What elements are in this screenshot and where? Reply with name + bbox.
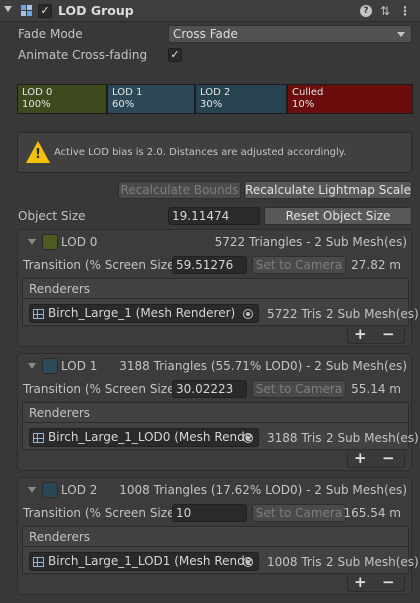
lod-summary: 5722 Triangles - 2 Sub Mesh(es): [214, 235, 407, 249]
transition-label: Transition (% Screen Size): [23, 258, 180, 272]
component-enabled-checkbox[interactable]: ✓: [38, 4, 52, 18]
object-picker-icon[interactable]: [243, 433, 253, 443]
chevron-down-icon: [397, 32, 405, 37]
foldout-arrow-icon[interactable]: [4, 6, 12, 12]
context-menu-icon[interactable]: ⋮: [398, 4, 412, 18]
renderer-tris: 3188 Tris: [267, 431, 322, 445]
object-size-label: Object Size: [18, 209, 86, 223]
foldout-arrow-icon[interactable]: [28, 363, 36, 369]
fade-mode-label: Fade Mode: [18, 27, 83, 41]
component-header[interactable]: ✓ LOD Group ? ⇅ ⋮: [0, 0, 420, 22]
object-size-field[interactable]: 19.11474: [168, 207, 260, 225]
recalculate-lightmap-scale-button[interactable]: Recalculate Lightmap Scale: [244, 181, 412, 199]
lod-bar-name: Culled: [292, 87, 324, 98]
renderer-object-field[interactable]: Birch_Large_1_LOD0 (Mesh Rende: [29, 428, 259, 447]
lod-bar-segment-lod2[interactable]: LOD 2 30%: [195, 84, 287, 114]
renderer-add-remove: + −: [347, 326, 405, 344]
lod-group-icon: [21, 5, 33, 17]
transition-distance: 55.14 m: [351, 382, 401, 396]
set-to-camera-button[interactable]: Set to Camera: [252, 504, 346, 522]
remove-renderer-button[interactable]: −: [382, 450, 395, 467]
fade-mode-dropdown[interactable]: Cross Fade: [168, 25, 412, 43]
renderer-object-field[interactable]: Birch_Large_1 (Mesh Renderer): [29, 304, 259, 323]
lod-color-swatch: [42, 234, 58, 250]
foldout-arrow-icon[interactable]: [28, 239, 36, 245]
warning-icon-mark: !: [35, 147, 41, 162]
lod-group-panel: LOD 2 1008 Triangles (17.62% LOD0) - 2 S…: [17, 477, 419, 595]
renderers-header: Renderers: [23, 279, 408, 299]
help-icon[interactable]: ?: [360, 5, 372, 17]
set-to-camera-button[interactable]: Set to Camera: [252, 380, 346, 398]
renderer-name: Birch_Large_1_LOD0 (Mesh Rende: [48, 430, 253, 444]
lod-summary: 3188 Triangles (55.71% LOD0) - 2 Sub Mes…: [119, 359, 407, 373]
transition-field[interactable]: 10: [172, 504, 247, 522]
transition-field[interactable]: 59.51276: [172, 256, 247, 274]
renderer-name: Birch_Large_1 (Mesh Renderer): [48, 306, 236, 320]
renderers-header: Renderers: [23, 403, 408, 423]
transition-distance: 27.82 m: [351, 258, 401, 272]
lod-title: LOD 0: [61, 235, 98, 249]
renderer-name: Birch_Large_1_LOD1 (Mesh Rende: [48, 554, 253, 568]
transition-distance: 165.54 m: [343, 506, 402, 520]
renderer-add-remove: + −: [347, 450, 405, 468]
transition-label: Transition (% Screen Size): [23, 506, 180, 520]
lod-bar-name: LOD 0: [22, 87, 53, 98]
lod-bar-percent: 30%: [200, 99, 223, 110]
object-picker-icon[interactable]: [243, 309, 253, 319]
lod-bar-name: LOD 1: [112, 87, 143, 98]
lod-group-panel: LOD 1 3188 Triangles (55.71% LOD0) - 2 S…: [17, 353, 419, 471]
add-renderer-button[interactable]: +: [354, 574, 367, 591]
add-renderer-button[interactable]: +: [354, 450, 367, 467]
remove-renderer-button[interactable]: −: [382, 326, 395, 343]
renderer-add-remove: + −: [347, 574, 405, 592]
renderers-list: Renderers Birch_Large_1_LOD0 (Mesh Rende…: [22, 402, 419, 450]
recalculate-bounds-button[interactable]: Recalculate Bounds: [118, 181, 241, 199]
reset-object-size-button[interactable]: Reset Object Size: [264, 207, 412, 225]
animate-crossfade-label: Animate Cross-fading: [18, 48, 148, 62]
lod-bar-name: LOD 2: [200, 87, 231, 98]
renderer-object-field[interactable]: Birch_Large_1_LOD1 (Mesh Rende: [29, 552, 259, 571]
component-title: LOD Group: [58, 3, 134, 18]
lod-summary: 1008 Triangles (17.62% LOD0) - 2 Sub Mes…: [119, 483, 407, 497]
foldout-arrow-icon[interactable]: [28, 487, 36, 493]
warning-message: Active LOD bias is 2.0. Distances are ad…: [54, 147, 347, 158]
transition-field[interactable]: 30.02223: [172, 380, 247, 398]
lod-bar-percent: 100%: [22, 99, 51, 110]
renderer-submesh: 2 Sub Mesh(es): [326, 555, 419, 569]
lod-bar-segment-lod0[interactable]: LOD 0 100%: [17, 84, 107, 114]
transition-label: Transition (% Screen Size): [23, 382, 180, 396]
lod-bias-warning: ! Active LOD bias is 2.0. Distances are …: [17, 132, 412, 173]
renderers-list: Renderers Birch_Large_1 (Mesh Renderer) …: [22, 278, 419, 326]
lod-title: LOD 2: [61, 483, 98, 497]
renderer-tris: 1008 Tris: [267, 555, 322, 569]
mesh-renderer-icon: [33, 309, 44, 319]
animate-crossfade-checkbox[interactable]: ✓: [168, 48, 182, 62]
renderers-header: Renderers: [23, 527, 408, 547]
renderers-list: Renderers Birch_Large_1_LOD1 (Mesh Rende…: [22, 526, 419, 574]
lod-bar-percent: 10%: [292, 99, 315, 110]
lod-group-panel: LOD 0 5722 Triangles - 2 Sub Mesh(es) Tr…: [17, 229, 419, 347]
fade-mode-value: Cross Fade: [173, 27, 238, 41]
mesh-renderer-icon: [33, 433, 44, 443]
lod-title: LOD 1: [61, 359, 98, 373]
remove-renderer-button[interactable]: −: [382, 574, 395, 591]
lod-bar-segment-culled[interactable]: Culled 10%: [287, 84, 413, 114]
lod-bar-percent: 60%: [112, 99, 135, 110]
renderer-submesh: 2 Sub Mesh(es): [326, 307, 419, 321]
renderer-tris: 5722 Tris: [267, 307, 322, 321]
lod-color-swatch: [42, 358, 58, 374]
mesh-renderer-icon: [33, 557, 44, 567]
renderer-submesh: 2 Sub Mesh(es): [326, 431, 419, 445]
add-renderer-button[interactable]: +: [354, 326, 367, 343]
lod-color-swatch: [42, 482, 58, 498]
set-to-camera-button[interactable]: Set to Camera: [252, 256, 346, 274]
object-picker-icon[interactable]: [243, 557, 253, 567]
presets-icon[interactable]: ⇅: [378, 4, 392, 18]
lod-bar-segment-lod1[interactable]: LOD 1 60%: [107, 84, 195, 114]
